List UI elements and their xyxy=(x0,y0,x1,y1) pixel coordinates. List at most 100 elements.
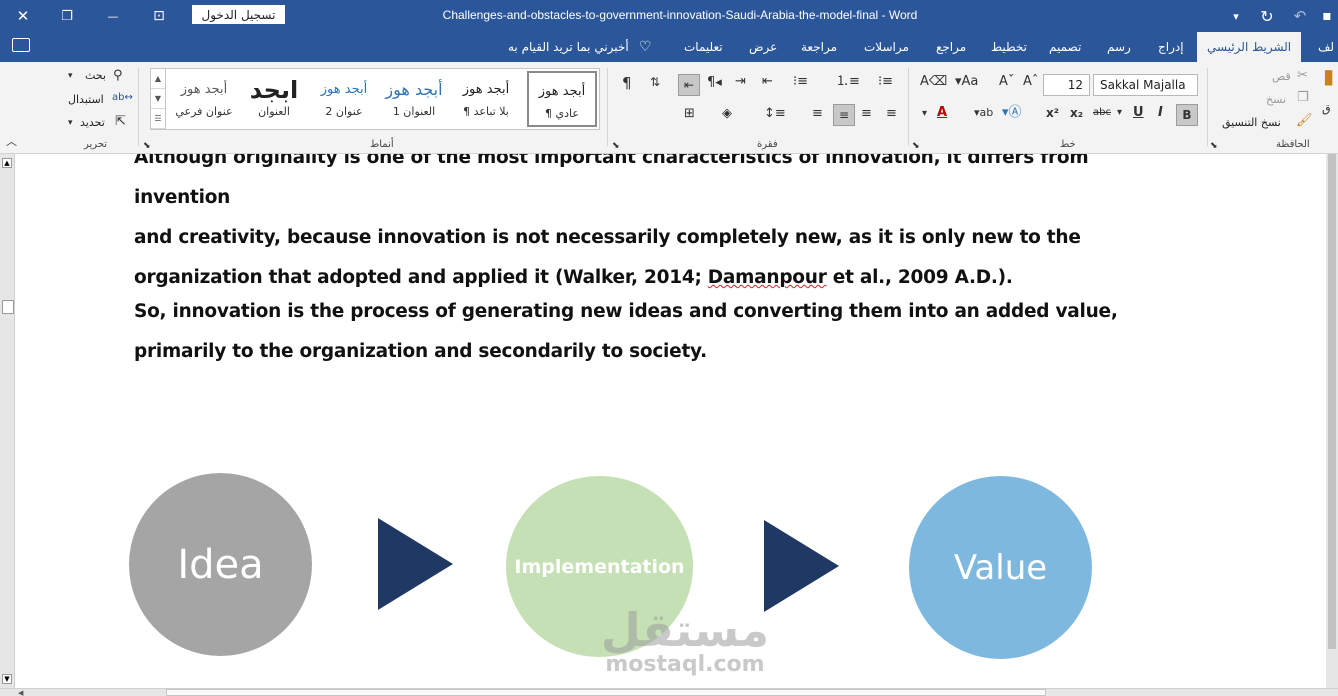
style-normal[interactable]: أبجد هوز ¶ عادي xyxy=(527,71,597,127)
replace-button[interactable]: استبدال xyxy=(68,93,104,106)
minimize-icon[interactable]: — xyxy=(90,0,136,32)
group-divider xyxy=(1207,68,1208,146)
tab-draw[interactable]: رسم xyxy=(1107,32,1131,62)
spelling-error-word[interactable]: Damanpour xyxy=(708,267,827,288)
paste-icon[interactable]: ▮ xyxy=(1323,66,1334,86)
collapse-ribbon-icon[interactable]: ︿ xyxy=(6,134,17,150)
italic-icon[interactable]: I xyxy=(1158,105,1163,121)
style-no-spacing[interactable]: أبجد هوز ¶ بلا تباعد xyxy=(451,71,521,127)
bullets-icon[interactable]: ⁝≡ xyxy=(878,74,893,90)
paragraph-2[interactable]: So, innovation is the process of generat… xyxy=(134,292,1144,372)
vertical-scroll-thumb[interactable] xyxy=(1328,154,1336,649)
paragraph-launcher-icon[interactable]: ⬊ xyxy=(612,138,620,154)
horizontal-scroll-thumb[interactable] xyxy=(166,689,1046,696)
implementation-label: Implementation xyxy=(514,555,685,578)
numbering-icon[interactable]: ⒈≡ xyxy=(836,74,860,90)
ribbon-display-options-icon[interactable]: ⊡ xyxy=(136,0,182,32)
tab-mailings[interactable]: مراسلات xyxy=(864,32,909,62)
paragraph-1[interactable]: Although originality is one of the most … xyxy=(134,154,1144,298)
strikethrough-icon[interactable]: abc xyxy=(1093,105,1111,121)
font-launcher-icon[interactable]: ⬊ xyxy=(912,138,920,154)
align-left-icon[interactable]: ≡ xyxy=(833,104,855,126)
tab-design[interactable]: تصميم xyxy=(1049,32,1081,62)
text-effects-icon[interactable]: ▾Ⓐ xyxy=(1002,105,1022,121)
justify-icon[interactable]: ≡ xyxy=(812,106,823,122)
clipboard-launcher-icon[interactable]: ⬊ xyxy=(1210,138,1218,154)
style-heading-2[interactable]: أبجد هوز عنوان 2 xyxy=(309,71,379,127)
idea-circle[interactable]: Idea xyxy=(129,473,312,656)
subscript-icon[interactable]: x₂ xyxy=(1070,105,1083,121)
shading-icon[interactable]: ◈ xyxy=(722,106,732,122)
redo-icon[interactable]: ↻ xyxy=(1248,0,1286,32)
multilevel-list-icon[interactable]: ⁝≡ xyxy=(793,74,808,90)
font-color-dropdown-icon[interactable]: ▾ xyxy=(922,106,927,122)
cut-button[interactable]: قص xyxy=(1272,70,1291,83)
copy-button[interactable]: نسخ xyxy=(1266,93,1286,106)
format-painter-button[interactable]: نسخ التنسيق xyxy=(1222,116,1281,129)
align-center-icon[interactable]: ≡ xyxy=(861,106,872,122)
decrease-font-icon[interactable]: Aˇ xyxy=(999,74,1014,90)
find-dropdown-icon[interactable]: ▾ xyxy=(68,68,73,84)
tab-review[interactable]: مراجعة xyxy=(801,32,837,62)
borders-icon[interactable]: ⊞ xyxy=(684,106,695,122)
clear-formatting-icon[interactable]: A⌫ xyxy=(920,74,947,90)
increase-font-icon[interactable]: Aˆ xyxy=(1023,74,1038,90)
tab-home[interactable]: الشريط الرئيسي xyxy=(1197,32,1302,62)
paste-button[interactable]: ق xyxy=(1322,102,1331,115)
underline-dropdown-icon[interactable]: ▾ xyxy=(1117,105,1122,121)
text-line: So, innovation is the process of generat… xyxy=(134,301,1118,322)
tab-references[interactable]: مراجع xyxy=(936,32,966,62)
title-bar: ✕ ❐ — ⊡ تسجيل الدخول Challenges-and-obst… xyxy=(0,0,1338,32)
underline-icon[interactable]: U xyxy=(1133,105,1144,121)
style-subtitle[interactable]: أبجد هوز عنوان فرعي xyxy=(169,71,239,127)
style-heading-1[interactable]: أبجد هوز العنوان 1 xyxy=(379,71,449,127)
group-divider xyxy=(908,68,909,146)
select-button[interactable]: تحديد xyxy=(80,116,105,129)
tab-insert[interactable]: إدراج xyxy=(1158,32,1184,62)
ruler-down-icon[interactable]: ▼ xyxy=(2,674,12,684)
font-size-combo[interactable]: 12 xyxy=(1043,74,1090,96)
styles-launcher-icon[interactable]: ⬊ xyxy=(143,138,151,154)
style-title[interactable]: ابجد العنوان xyxy=(239,71,309,127)
decrease-indent-icon[interactable]: ⇤ xyxy=(762,74,773,90)
undo-icon[interactable]: ↶ xyxy=(1282,0,1318,32)
ruler-marker[interactable] xyxy=(2,300,14,314)
font-name-combo[interactable]: Sakkal Majalla xyxy=(1093,74,1198,96)
gallery-up-icon[interactable]: ▲ xyxy=(151,69,165,89)
align-right-icon[interactable]: ≡ xyxy=(886,106,897,122)
superscript-icon[interactable]: x² xyxy=(1046,105,1059,121)
ltr-direction-icon[interactable]: ¶◂ xyxy=(707,75,722,91)
value-circle[interactable]: Value xyxy=(909,476,1092,659)
gallery-down-icon[interactable]: ▼ xyxy=(151,89,165,109)
change-case-icon[interactable]: ▾Aa xyxy=(955,74,978,90)
text-run: et al., 2009 A.D.). xyxy=(826,267,1013,288)
rtl-direction-icon[interactable]: ⇤ xyxy=(678,74,700,96)
font-color-icon[interactable]: A xyxy=(937,105,947,121)
tab-file[interactable]: لف xyxy=(1318,32,1334,62)
close-icon[interactable]: ✕ xyxy=(0,0,46,32)
gallery-scroll[interactable]: ▲ ▼ ☰ xyxy=(151,69,166,129)
restore-icon[interactable]: ❐ xyxy=(44,0,90,32)
highlight-icon[interactable]: ▾ab xyxy=(974,105,993,121)
ruler-up-icon[interactable]: ▲ xyxy=(2,158,12,168)
save-icon[interactable]: ▪ xyxy=(1316,0,1338,32)
scroll-left-icon[interactable]: ◀ xyxy=(18,689,23,696)
show-marks-icon[interactable]: ¶ xyxy=(622,75,632,91)
bold-icon[interactable]: B xyxy=(1176,104,1198,126)
document-page[interactable]: Although originality is one of the most … xyxy=(15,154,1326,688)
tab-help[interactable]: تعليمات xyxy=(684,32,723,62)
comments-icon[interactable] xyxy=(12,38,30,52)
tell-me-search[interactable]: أخبرني بما تريد القيام به xyxy=(508,32,629,62)
gallery-more-icon[interactable]: ☰ xyxy=(151,109,165,129)
line-spacing-icon[interactable]: ↕≡ xyxy=(764,106,786,122)
sort-icon[interactable]: ⇅ xyxy=(650,74,660,90)
increase-indent-icon[interactable]: ⇥ xyxy=(735,74,746,90)
find-button[interactable]: بحث xyxy=(85,69,106,82)
tab-view[interactable]: عرض xyxy=(749,32,777,62)
horizontal-scrollbar[interactable]: ◀ xyxy=(0,688,1338,696)
tab-layout[interactable]: تخطيط xyxy=(991,32,1027,62)
select-dropdown-icon[interactable]: ▾ xyxy=(68,115,73,131)
cut-icon: ✂ xyxy=(1297,68,1308,83)
vertical-scrollbar[interactable] xyxy=(1326,154,1338,688)
signin-button[interactable]: تسجيل الدخول xyxy=(192,5,285,24)
